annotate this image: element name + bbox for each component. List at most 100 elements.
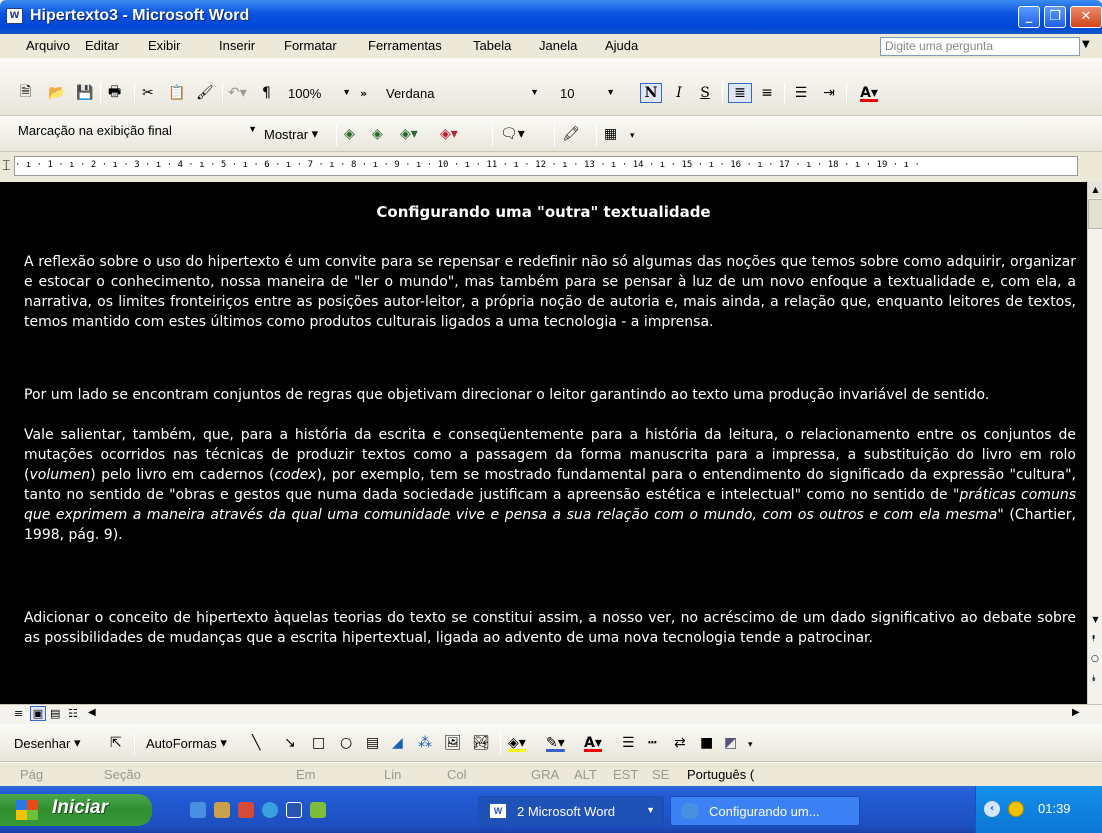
browse-object-icon[interactable]: ○ (1091, 654, 1099, 664)
autoshapes-menu-button[interactable]: AutoFormas ▾ (146, 733, 227, 753)
next-page-icon[interactable]: ⯯ (1091, 674, 1096, 684)
explorer-icon[interactable] (214, 802, 230, 818)
ask-question-input[interactable]: Digite uma pergunta (880, 37, 1080, 56)
toolbar-options-icon[interactable]: ▾ (748, 735, 753, 755)
font-size-combo[interactable]: 10 ▼ (556, 85, 618, 105)
dash-style-icon[interactable]: ┅ (648, 733, 656, 753)
draw-menu-button[interactable]: Desenhar ▾ (14, 733, 81, 753)
clock[interactable]: 01:39 (1038, 801, 1071, 816)
justify-icon[interactable]: ≡ (756, 83, 778, 103)
italic-button[interactable]: I (668, 83, 690, 103)
accept-change-icon[interactable]: ◈▾ (400, 124, 418, 144)
align-left-icon[interactable]: ≣ (728, 83, 752, 103)
shadow-style-icon[interactable]: ■ (700, 733, 713, 753)
show-menu-button[interactable]: Mostrar ▾ (264, 124, 318, 144)
word-app-icon[interactable]: W (6, 8, 23, 24)
menu-ajuda[interactable]: Ajuda (605, 38, 638, 53)
quicklaunch-extra-icon[interactable] (310, 802, 326, 818)
3d-style-icon[interactable]: ◩ (724, 733, 737, 753)
tab-selector-icon[interactable]: ⌶ (2, 158, 10, 174)
print-icon[interactable]: 🖶 (108, 83, 121, 103)
font-color-icon[interactable]: A▾ (584, 733, 602, 753)
menu-janela[interactable]: Janela (539, 38, 577, 53)
undo-icon[interactable]: ↶▾ (228, 83, 247, 103)
show-hide-paragraph-icon[interactable]: ¶ (262, 83, 271, 103)
diagram-icon[interactable]: ⁂ (418, 733, 432, 753)
print-layout-icon[interactable]: ▤ (50, 707, 60, 720)
menu-ferramentas[interactable]: Ferramentas (368, 38, 442, 53)
arrow-style-icon[interactable]: ⇄ (674, 733, 686, 753)
messenger-icon[interactable] (262, 802, 278, 818)
next-change-icon[interactable]: ◈ (372, 124, 383, 144)
show-hidden-icons-icon[interactable]: ‹ (984, 801, 1000, 817)
taskbar-item-browser[interactable]: Configurando um... (670, 796, 860, 826)
tray-app-icon[interactable] (1008, 801, 1024, 817)
scroll-up-icon[interactable]: ▲ (1088, 182, 1102, 198)
font-name-combo[interactable]: Verdana ▼ (382, 85, 542, 105)
cut-icon[interactable]: ✂ (142, 83, 154, 103)
normal-view-icon[interactable]: ≡ (14, 707, 23, 720)
highlight-icon[interactable]: 🖍 (562, 124, 580, 144)
status-extend[interactable]: EST (613, 767, 638, 782)
open-folder-icon[interactable]: 📂 (48, 83, 65, 103)
menu-editar[interactable]: Editar (85, 38, 119, 53)
media-icon[interactable] (238, 802, 254, 818)
toolbar-options-icon[interactable]: ▾ (630, 126, 635, 146)
previous-page-icon[interactable]: ⯭ (1091, 634, 1096, 644)
word-quicklaunch-icon[interactable] (286, 802, 302, 818)
font-color-icon[interactable]: A▾ (852, 83, 886, 103)
previous-change-icon[interactable]: ◈ (344, 124, 355, 144)
outline-view-icon[interactable]: ☷ (68, 707, 78, 720)
bold-button[interactable]: N (640, 83, 662, 103)
web-layout-icon[interactable]: ▣ (30, 706, 46, 721)
save-icon[interactable]: 💾 (76, 83, 93, 103)
reject-change-icon[interactable]: ◈▾ (440, 124, 458, 144)
oval-icon[interactable]: ○ (340, 733, 352, 753)
paste-icon[interactable]: 📋 (168, 83, 185, 103)
horizontal-ruler[interactable]: ⌶ · ı · 1 · ı · 2 · ı · 3 · ı · 4 · ı · … (0, 152, 1102, 182)
close-button[interactable]: ✕ (1070, 6, 1102, 28)
internet-explorer-icon[interactable] (190, 802, 206, 818)
picture-icon[interactable]: 🏞 (472, 733, 490, 753)
menu-formatar[interactable]: Formatar (284, 38, 337, 53)
title-bar[interactable]: W Hipertexto3 - Microsoft Word _ ❐ ✕ (0, 0, 1102, 34)
menu-tabela[interactable]: Tabela (473, 38, 511, 53)
markup-view-combo[interactable]: Marcação na exibição final ▼ (14, 122, 260, 142)
line-icon[interactable]: ╲ (252, 733, 260, 753)
vertical-scrollbar[interactable]: ▲ ▼ ⯭ ○ ⯯ (1087, 182, 1102, 704)
restore-button[interactable]: ❐ (1044, 6, 1066, 28)
status-track-changes[interactable]: ALT (574, 767, 597, 782)
ask-dropdown-icon[interactable]: ▼ (1082, 39, 1090, 50)
fill-color-icon[interactable]: ◈▾ (508, 733, 526, 753)
line-style-icon[interactable]: ☰ (622, 733, 635, 753)
scroll-left-icon[interactable]: ◀ (88, 707, 96, 718)
reviewing-pane-icon[interactable]: ▦ (604, 124, 617, 144)
horizontal-scrollbar[interactable]: ≡ ▣ ▤ ☷ ◀ ▶ (0, 704, 1102, 724)
taskbar-item-word[interactable]: W 2 Microsoft Word ▼ (478, 796, 664, 826)
status-overtype[interactable]: SE (652, 767, 669, 782)
menu-exibir[interactable]: Exibir (148, 38, 181, 53)
menu-arquivo[interactable]: Arquivo (26, 38, 70, 53)
toolbar-options-icon[interactable]: » (360, 83, 367, 103)
new-comment-icon[interactable]: 🗨▾ (500, 124, 525, 144)
line-color-icon[interactable]: ✎▾ (546, 733, 565, 753)
menu-inserir[interactable]: Inserir (219, 38, 255, 53)
status-record-macro[interactable]: GRA (531, 767, 559, 782)
wordart-icon[interactable]: ◢ (392, 733, 403, 753)
minimize-button[interactable]: _ (1018, 6, 1040, 28)
start-button[interactable]: Iniciar (0, 794, 152, 826)
format-painter-icon[interactable]: 🖌 (196, 83, 214, 103)
zoom-combo[interactable]: 100% ▼ (284, 85, 354, 105)
rectangle-icon[interactable]: □ (312, 733, 325, 753)
underline-button[interactable]: S (694, 83, 716, 103)
document-page[interactable]: Configurando uma "outra" textualidade A … (0, 182, 1087, 704)
scroll-down-icon[interactable]: ▼ (1088, 612, 1102, 628)
select-objects-icon[interactable]: ⇱ (110, 733, 122, 753)
increase-indent-icon[interactable]: ⇥ (818, 83, 840, 103)
new-document-icon[interactable]: 🗎 (20, 83, 31, 103)
scroll-right-icon[interactable]: ▶ (1072, 707, 1080, 718)
text-box-icon[interactable]: ▤ (366, 733, 379, 753)
arrow-icon[interactable]: ↘ (284, 733, 296, 753)
scroll-thumb[interactable] (1088, 199, 1102, 229)
clip-art-icon[interactable]: 🖼 (444, 733, 462, 753)
